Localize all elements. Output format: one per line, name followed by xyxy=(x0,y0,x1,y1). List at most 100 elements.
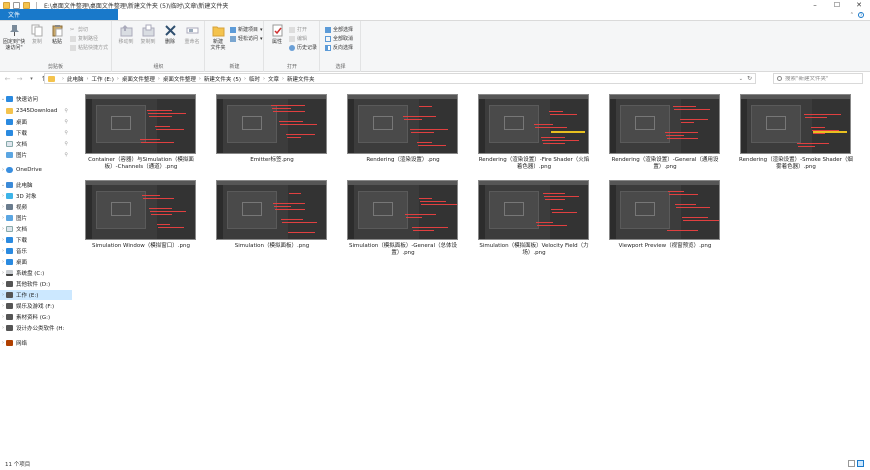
file-item[interactable]: Viewport Preview（视窗预览）.png xyxy=(606,180,724,250)
nav-quick-access[interactable]: ⌄ 快速访问 xyxy=(0,94,72,104)
file-item[interactable]: Rendering（渲染设置）.png xyxy=(344,94,462,164)
new-folder-quick-icon[interactable] xyxy=(23,1,30,9)
recent-locations-button[interactable]: ▾ xyxy=(27,74,36,83)
breadcrumb-item[interactable]: 工作 (E:) xyxy=(92,75,114,83)
search-box[interactable] xyxy=(773,73,863,84)
nav-label: 音乐 xyxy=(16,249,28,255)
history-button[interactable]: 历史记录 xyxy=(289,44,317,51)
nav-item-drive-h[interactable]: › 设计办公类软件 (H: xyxy=(0,323,72,333)
easy-access-button[interactable]: 轻松访问 ▾ xyxy=(230,35,263,42)
star-icon xyxy=(6,96,13,102)
file-thumbnail xyxy=(740,94,851,154)
nav-item-documents[interactable]: 文档 ⚲ xyxy=(0,139,72,149)
file-item[interactable]: Emitter标签.png xyxy=(213,94,331,164)
maximize-button[interactable]: ☐ xyxy=(826,0,848,10)
breadcrumb-item[interactable]: 新建文件夹 xyxy=(287,75,315,83)
help-icon[interactable]: ? xyxy=(858,12,864,18)
copy-path-button[interactable]: 复制路径 xyxy=(70,35,98,42)
close-button[interactable]: ✕ xyxy=(848,0,870,10)
nav-item-documents-pc[interactable]: › 文档 xyxy=(0,224,72,234)
ribbon-tabs: 文件 主页 共享 查看 xyxy=(0,9,870,21)
nav-label: 设计办公类软件 (H: xyxy=(16,326,65,332)
nav-item-drive-f[interactable]: › 娱乐及游戏 (F:) xyxy=(0,301,72,311)
delete-button[interactable]: 删除 xyxy=(159,24,181,45)
nav-item-3d-objects[interactable]: › 3D 对象 xyxy=(0,191,72,201)
breadcrumb-item[interactable]: 文章 xyxy=(268,75,279,83)
file-thumbnail xyxy=(609,94,720,154)
file-item[interactable]: Simulation Window（模拟窗口）.png xyxy=(82,180,200,250)
nav-onedrive[interactable]: › OneDrive xyxy=(0,165,72,175)
nav-item-videos[interactable]: › 视频 xyxy=(0,202,72,212)
breadcrumb-item[interactable]: 临时 xyxy=(249,75,260,83)
file-item[interactable]: Rendering（渲染设置）-Fire Shader（火焰着色器）.png xyxy=(475,94,593,171)
large-icons-view-button[interactable] xyxy=(857,460,864,467)
edit-button[interactable]: 编辑 xyxy=(289,35,307,42)
copy-button[interactable]: 复制 xyxy=(26,24,48,45)
breadcrumb-item[interactable]: 新建文件夹 (5) xyxy=(204,75,241,83)
nav-item-downloads[interactable]: 下载 ⚲ xyxy=(0,128,72,138)
new-item-button[interactable]: 新建项目 ▾ xyxy=(230,26,263,33)
nav-item-drive-c[interactable]: › 系统盘 (C:) xyxy=(0,268,72,278)
select-group-label: 选择 xyxy=(335,64,346,70)
nav-item-drive-d[interactable]: › 其他软件 (D:) xyxy=(0,279,72,289)
nav-item-music[interactable]: › 音乐 xyxy=(0,246,72,256)
nav-label: 图片 xyxy=(16,216,28,222)
file-item[interactable]: Simulation（模拟面板）.png xyxy=(213,180,331,250)
copy-to-button[interactable]: 复制到 xyxy=(137,24,159,45)
minimize-button[interactable]: – xyxy=(804,0,826,10)
breadcrumb-item[interactable]: 桌面文件整理 xyxy=(122,75,155,83)
nav-item-2345download[interactable]: 2345Download ⚲ xyxy=(0,106,72,116)
ribbon: 固定到"快 速访问" 复制 粘贴 ✂ 剪切 复制路径 粘贴快捷方式 剪贴板 移动… xyxy=(0,21,870,72)
breadcrumb-separator: › xyxy=(116,75,119,82)
nav-network[interactable]: › 网络 xyxy=(0,338,72,348)
breadcrumb-item[interactable]: 此电脑 xyxy=(67,75,84,83)
nav-label: OneDrive xyxy=(16,167,42,173)
file-item[interactable]: Rendering（渲染设置）-General（通用设置）.png xyxy=(606,94,724,171)
new-folder-button[interactable]: 新建 文件夹 xyxy=(207,24,229,51)
history-label: 历史记录 xyxy=(297,45,318,51)
back-button[interactable]: ← xyxy=(3,74,12,83)
cut-button[interactable]: ✂ 剪切 xyxy=(70,26,88,34)
details-view-button[interactable] xyxy=(848,460,855,467)
open-button[interactable]: 打开 xyxy=(289,26,307,33)
nav-item-drive-g[interactable]: › 素材资料 (G:) xyxy=(0,312,72,322)
pin-quick-access-button[interactable]: 固定到"快 速访问" xyxy=(2,24,26,51)
video-icon xyxy=(6,204,13,210)
file-name: Container（容器）与Simulation（模拟面板）-Channels（… xyxy=(88,157,194,170)
move-to-button[interactable]: 移动到 xyxy=(115,24,137,45)
properties-button[interactable]: 属性 xyxy=(266,24,288,45)
nav-label: 下载 xyxy=(16,238,28,244)
select-all-button[interactable]: 全部选择 xyxy=(325,26,353,33)
forward-button[interactable]: → xyxy=(15,74,24,83)
nav-item-pictures-pc[interactable]: › 图片 xyxy=(0,213,72,223)
move-to-label: 移动到 xyxy=(118,39,134,45)
tab-file[interactable]: 文件 xyxy=(0,9,118,20)
invert-selection-button[interactable]: 反向选择 xyxy=(325,44,353,51)
nav-item-downloads-pc[interactable]: › 下载 xyxy=(0,235,72,245)
nav-item-desktop-pc[interactable]: › 桌面 xyxy=(0,257,72,267)
nav-item-pictures[interactable]: 图片 ⚲ xyxy=(0,150,72,160)
paste-shortcut-button[interactable]: 粘贴快捷方式 xyxy=(70,44,108,51)
address-dropdown-icon[interactable]: ⌄ xyxy=(739,76,743,82)
document-icon xyxy=(6,141,13,147)
select-none-button[interactable]: 全部取消 xyxy=(325,35,353,42)
refresh-icon[interactable]: ↻ xyxy=(747,75,752,82)
paste-button[interactable]: 粘贴 xyxy=(46,24,68,45)
collapse-ribbon-icon[interactable]: ⌃ xyxy=(850,12,854,18)
properties-quick-icon[interactable] xyxy=(13,1,20,9)
search-input[interactable] xyxy=(785,75,855,82)
breadcrumb-item[interactable]: 桌面文件整理 xyxy=(163,75,196,83)
copy-path-label: 复制路径 xyxy=(78,36,99,42)
pin-icon: ⚲ xyxy=(64,152,68,158)
file-item[interactable]: Container（容器）与Simulation（模拟面板）-Channels（… xyxy=(82,94,200,171)
computer-icon xyxy=(6,182,13,188)
nav-this-pc[interactable]: ⌄ 此电脑 xyxy=(0,180,72,190)
rename-button[interactable]: 重命名 xyxy=(181,24,203,45)
address-bar[interactable]: › 此电脑 › 工作 (E:) › 桌面文件整理 › 桌面文件整理 › 新建文件… xyxy=(44,73,756,84)
file-item[interactable]: Simulation（模拟面板）Velocity Field（力场）.png xyxy=(475,180,593,257)
file-item[interactable]: Simulation（模拟面板）-General（总体设置）.png xyxy=(344,180,462,257)
nav-item-drive-e[interactable]: › 工作 (E:) xyxy=(0,290,72,300)
nav-item-desktop[interactable]: 桌面 ⚲ xyxy=(0,117,72,127)
file-item[interactable]: Rendering（渲染设置）-Smoke Shader（烟雾着色器）.png xyxy=(737,94,855,171)
file-thumbnail xyxy=(216,180,327,240)
